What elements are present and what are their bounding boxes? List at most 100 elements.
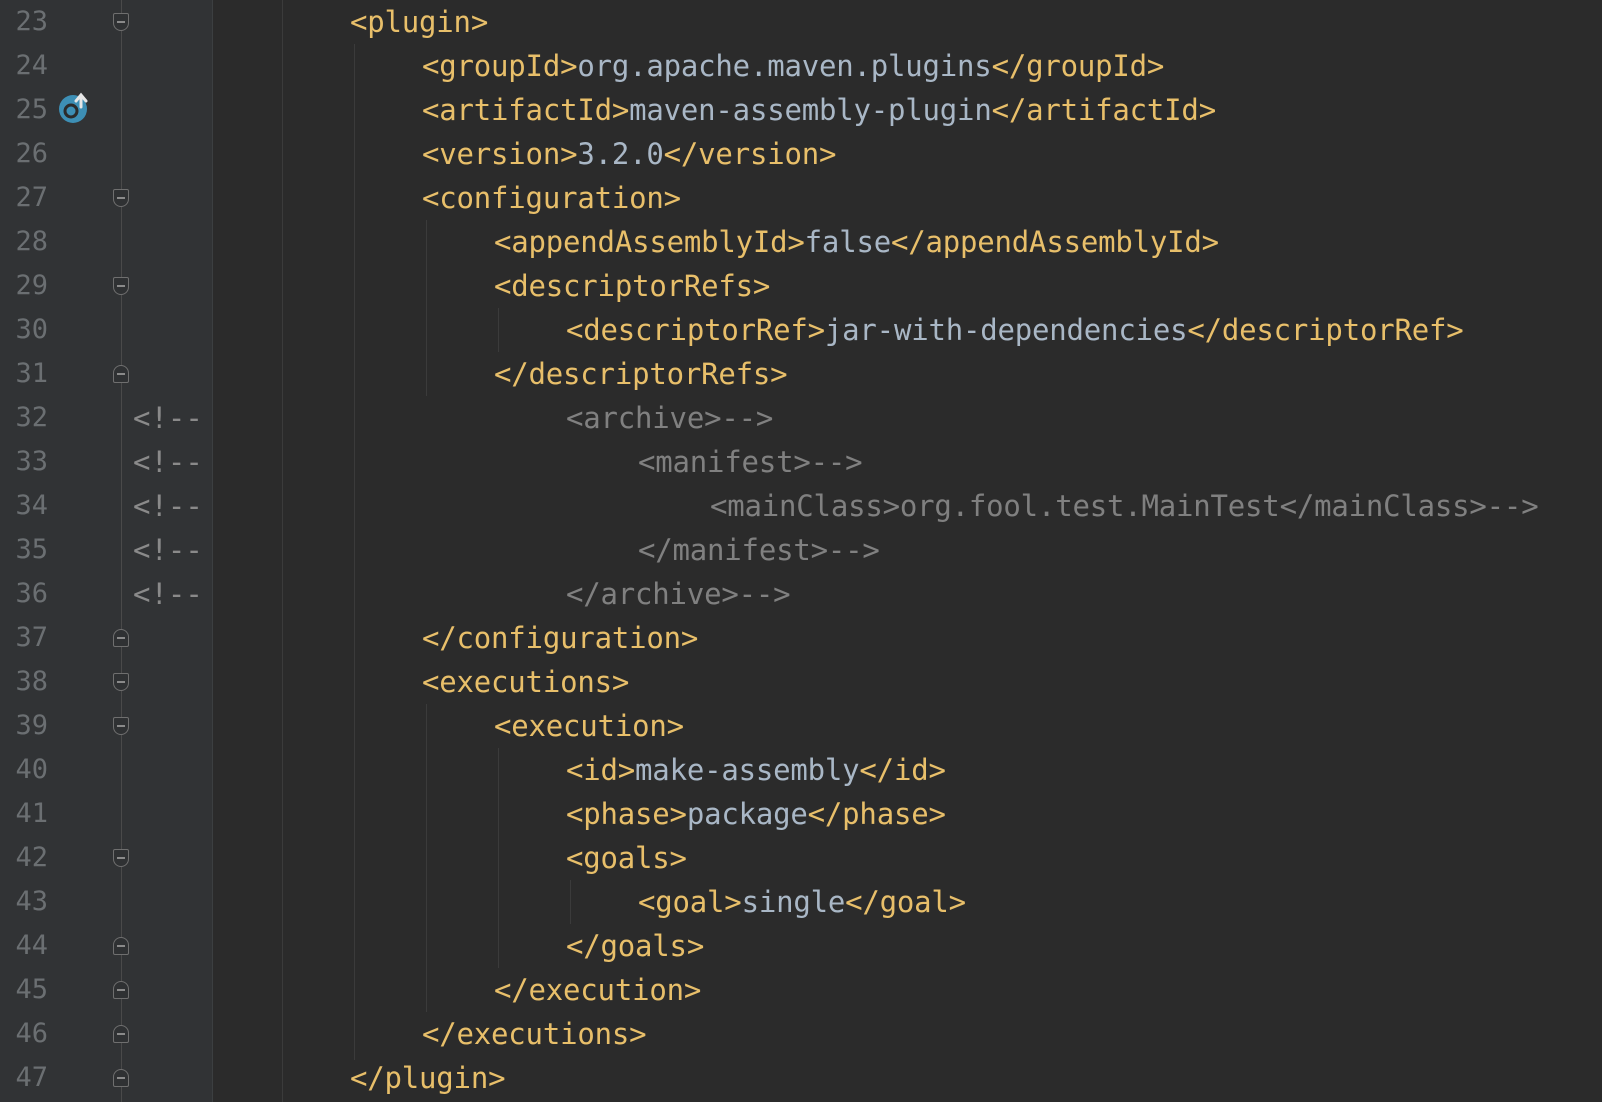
code-line[interactable]: 27 <configuration> — [0, 176, 1602, 220]
code-line[interactable]: 24 <groupId>org.apache.maven.plugins</gro… — [0, 44, 1602, 88]
fold-end-icon[interactable] — [113, 937, 129, 955]
code-text[interactable]: <manifest>--> — [638, 440, 863, 484]
code-text[interactable]: </manifest>--> — [638, 528, 880, 572]
code-line[interactable]: 26 <version>3.2.0</version> — [0, 132, 1602, 176]
line-number[interactable]: 25 — [0, 88, 48, 132]
code-text[interactable]: <plugin> — [350, 0, 488, 44]
code-line[interactable]: 42 <goals> — [0, 836, 1602, 880]
code-text[interactable]: <appendAssemblyId>false</appendAssemblyI… — [494, 220, 1219, 264]
code-line[interactable]: 25 <artifactId>maven-assembly-plugin</art… — [0, 88, 1602, 132]
xml-tag: <descriptorRefs> — [494, 269, 771, 303]
line-number[interactable]: 41 — [0, 792, 48, 836]
line-number[interactable]: 34 — [0, 484, 48, 528]
line-number[interactable]: 31 — [0, 352, 48, 396]
fold-collapse-icon[interactable] — [113, 849, 129, 867]
line-number[interactable]: 47 — [0, 1056, 48, 1100]
line-number[interactable]: 38 — [0, 660, 48, 704]
code-text[interactable]: </configuration> — [422, 616, 698, 660]
line-number[interactable]: 33 — [0, 440, 48, 484]
code-text[interactable]: <configuration> — [422, 176, 681, 220]
code-line[interactable]: 23 <plugin> — [0, 0, 1602, 44]
code-text[interactable]: <mainClass>org.fool.test.MainTest</mainC… — [710, 484, 1539, 528]
code-line[interactable]: 29 <descriptorRefs> — [0, 264, 1602, 308]
line-number[interactable]: 46 — [0, 1012, 48, 1056]
code-line[interactable]: 43 <goal>single</goal> — [0, 880, 1602, 924]
fold-collapse-icon[interactable] — [113, 277, 129, 295]
xml-tag: <goal> — [638, 885, 742, 919]
code-text[interactable]: <version>3.2.0</version> — [422, 132, 836, 176]
code-line[interactable]: 30 <descriptorRef>jar-with-dependencies</… — [0, 308, 1602, 352]
line-number[interactable]: 45 — [0, 968, 48, 1012]
code-text[interactable]: </archive>--> — [566, 572, 791, 616]
code-line[interactable]: 36 <!-- </archive>--> — [0, 572, 1602, 616]
line-number[interactable]: 29 — [0, 264, 48, 308]
code-line[interactable]: 46 </executions> — [0, 1012, 1602, 1056]
code-line[interactable]: 34 <!-- <mainClass>org.fool.test.MainTest<… — [0, 484, 1602, 528]
code-text[interactable]: </descriptorRefs> — [494, 352, 788, 396]
code-line[interactable]: 47 </plugin> — [0, 1056, 1602, 1100]
line-number[interactable]: 27 — [0, 176, 48, 220]
code-line[interactable]: 40 <id>make-assembly</id> — [0, 748, 1602, 792]
code-line[interactable]: 41 <phase>package</phase> — [0, 792, 1602, 836]
line-number[interactable]: 32 — [0, 396, 48, 440]
line-number[interactable]: 44 — [0, 924, 48, 968]
line-number[interactable]: 36 — [0, 572, 48, 616]
xml-text: org.apache.maven.plugins — [577, 49, 992, 83]
line-number[interactable]: 39 — [0, 704, 48, 748]
line-number[interactable]: 30 — [0, 308, 48, 352]
fold-collapse-icon[interactable] — [113, 13, 129, 31]
fold-end-icon[interactable] — [113, 1069, 129, 1087]
fold-collapse-icon[interactable] — [113, 673, 129, 691]
code-text[interactable]: <phase>package</phase> — [566, 792, 946, 836]
line-number[interactable]: 43 — [0, 880, 48, 924]
line-number[interactable]: 28 — [0, 220, 48, 264]
code-line[interactable]: 37 </configuration> — [0, 616, 1602, 660]
code-text[interactable]: <goals> — [566, 836, 687, 880]
xml-tag: <artifactId> — [422, 93, 630, 127]
code-line[interactable]: 31 </descriptorRefs> — [0, 352, 1602, 396]
code-line[interactable]: 33 <!-- <manifest>--> — [0, 440, 1602, 484]
code-line[interactable]: 44 </goals> — [0, 924, 1602, 968]
code-line[interactable]: 32 <!-- <archive>--> — [0, 396, 1602, 440]
code-text[interactable]: <id>make-assembly</id> — [566, 748, 946, 792]
code-text[interactable]: <executions> — [422, 660, 629, 704]
code-text[interactable]: <descriptorRef>jar-with-dependencies</de… — [566, 308, 1464, 352]
line-number[interactable]: 26 — [0, 132, 48, 176]
line-number[interactable]: 37 — [0, 616, 48, 660]
code-editor[interactable]: 23 <plugin> 24 <groupId>org.apache.maven.pl… — [0, 0, 1602, 1102]
line-number[interactable]: 24 — [0, 44, 48, 88]
xml-tag: </plugin> — [350, 1061, 506, 1095]
code-text[interactable]: <descriptorRefs> — [494, 264, 770, 308]
line-number[interactable]: 40 — [0, 748, 48, 792]
code-line[interactable]: 28 <appendAssemblyId>false</appendAssembl… — [0, 220, 1602, 264]
fold-end-icon[interactable] — [113, 365, 129, 383]
code-line[interactable]: 45 </execution> — [0, 968, 1602, 1012]
xml-tag: </id> — [859, 753, 946, 787]
xml-tag: </artifactId> — [991, 93, 1217, 127]
comment-marker: <!-- — [133, 533, 203, 567]
code-line[interactable]: 39 <execution> — [0, 704, 1602, 748]
code-text[interactable]: </executions> — [422, 1012, 647, 1056]
xml-comment: <archive>--> — [566, 401, 774, 435]
fold-collapse-icon[interactable] — [113, 189, 129, 207]
line-number[interactable]: 23 — [0, 0, 48, 44]
fold-end-icon[interactable] — [113, 629, 129, 647]
code-line[interactable]: 38 <executions> — [0, 660, 1602, 704]
code-text[interactable]: <archive>--> — [566, 396, 773, 440]
code-line[interactable]: 35 <!-- </manifest>--> — [0, 528, 1602, 572]
line-number[interactable]: 35 — [0, 528, 48, 572]
code-text[interactable]: <goal>single</goal> — [638, 880, 966, 924]
xml-text: maven-assembly-plugin — [629, 93, 992, 127]
line-number[interactable]: 42 — [0, 836, 48, 880]
fold-collapse-icon[interactable] — [113, 717, 129, 735]
code-text[interactable]: </execution> — [494, 968, 701, 1012]
code-text[interactable]: <artifactId>maven-assembly-plugin</artif… — [422, 88, 1216, 132]
fold-end-icon[interactable] — [113, 1025, 129, 1043]
xml-tag: </version> — [663, 137, 837, 171]
code-text[interactable]: <execution> — [494, 704, 684, 748]
code-text[interactable]: </plugin> — [350, 1056, 506, 1100]
code-text[interactable]: <groupId>org.apache.maven.plugins</group… — [422, 44, 1164, 88]
fold-end-icon[interactable] — [113, 981, 129, 999]
xml-text: make-assembly — [635, 753, 860, 787]
code-text[interactable]: </goals> — [566, 924, 704, 968]
